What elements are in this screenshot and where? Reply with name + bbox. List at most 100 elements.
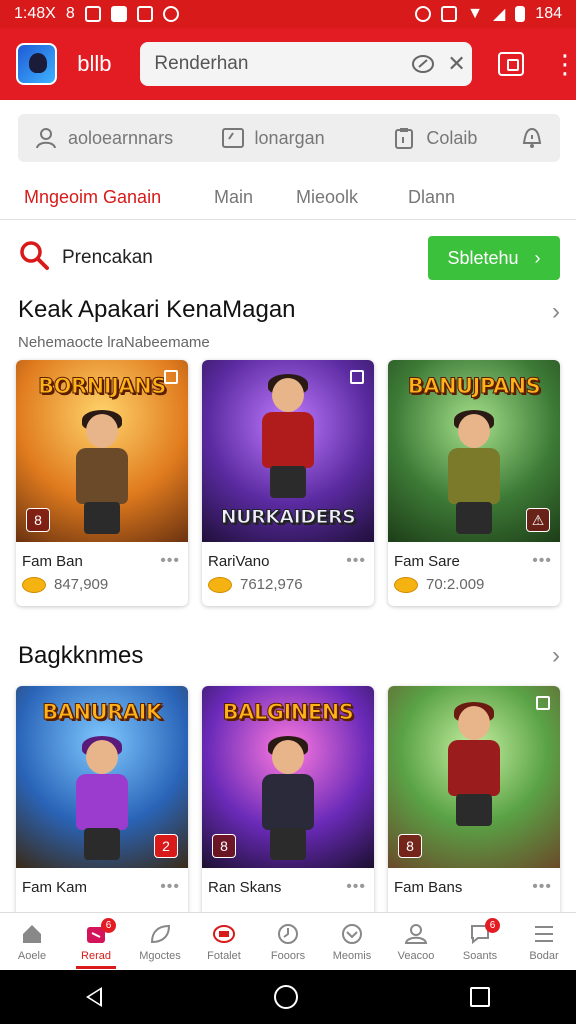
search-promo-row: Prencakan Sbletehu › xyxy=(18,236,560,280)
game-card[interactable]: BANUJPANS ⚠ Fam Sare ••• 70:2.009 xyxy=(388,360,560,606)
shield-notification-icon xyxy=(136,6,153,22)
nav-label: Aoele xyxy=(17,950,47,962)
notification-badge: 6 xyxy=(101,918,116,933)
coin-icon xyxy=(208,576,232,593)
nav-veacoo[interactable]: Veacoo xyxy=(384,913,448,971)
game-card[interactable]: BANURAIK 2 Fam Kam ••• xyxy=(16,686,188,932)
game-card[interactable]: BORNIJANS 8 Fam Ban ••• 847,909 xyxy=(16,360,188,606)
image-icon xyxy=(221,126,245,150)
game-name: Fam Kam xyxy=(22,878,88,896)
status-misc: 8 xyxy=(65,5,75,22)
rating-badge-icon: 8 xyxy=(26,508,50,532)
more-options-icon[interactable]: ••• xyxy=(346,552,366,570)
more-options-icon[interactable]: ••• xyxy=(160,552,180,570)
nav-label: Rerad xyxy=(81,950,111,962)
nav-label: Fooors xyxy=(270,950,306,962)
home-circle-icon[interactable] xyxy=(274,985,298,1009)
nav-rerad[interactable]: 6 Rerad xyxy=(64,913,128,971)
game-cover-image: BANURAIK 2 xyxy=(16,686,188,868)
app-logo[interactable] xyxy=(16,43,58,85)
section-title: Bagkknmes xyxy=(18,642,144,669)
game-cover-image: BORNIJANS 8 xyxy=(16,360,188,542)
nav-home[interactable]: Aoele xyxy=(0,913,64,971)
game-cover-image: 8 xyxy=(388,686,560,868)
rating-badge-icon: 8 xyxy=(212,834,236,858)
quick-item-label: lonargan xyxy=(254,127,325,148)
ball-icon xyxy=(340,922,364,946)
more-options-icon[interactable]: ••• xyxy=(346,878,366,896)
menu-icon xyxy=(532,922,556,946)
quick-actions-bar: aoloearnnars lonargan Colaib xyxy=(18,114,560,162)
game-cover-image: BANUJPANS ⚠ xyxy=(388,360,560,542)
play-count: 70:2.009 xyxy=(426,576,485,593)
rating-badge-icon: 2 xyxy=(154,834,178,858)
game-name: Fam Sare xyxy=(394,552,460,570)
game-cover-title: NURKAIDERS xyxy=(220,506,356,529)
wifi-icon: ▼ xyxy=(467,5,483,22)
coin-icon xyxy=(394,576,418,593)
nav-fooors[interactable]: Fooors xyxy=(256,913,320,971)
back-icon[interactable] xyxy=(86,987,102,1007)
more-options-icon[interactable]: ••• xyxy=(532,552,552,570)
select-checkbox-icon[interactable] xyxy=(350,370,364,384)
rating-badge-icon: 8 xyxy=(398,834,422,858)
battery-level: 184 xyxy=(535,5,562,22)
recent-apps-icon[interactable] xyxy=(470,987,490,1007)
app-notification-icon xyxy=(162,6,179,22)
game-name: RariVano xyxy=(208,552,270,570)
more-options-icon[interactable]: ••• xyxy=(532,878,552,896)
status-time: 1:48X xyxy=(14,5,56,22)
tabs-switcher-icon[interactable] xyxy=(498,52,524,76)
clear-search-icon[interactable]: ✕ xyxy=(447,51,465,77)
promo-cta-button[interactable]: Sbletehu › xyxy=(428,236,560,280)
chevron-right-icon[interactable]: › xyxy=(552,298,560,326)
overflow-menu-icon[interactable]: ⋮ xyxy=(552,51,576,77)
nav-meomis[interactable]: Meomis xyxy=(320,913,384,971)
nav-bodar[interactable]: Bodar xyxy=(512,913,576,971)
select-checkbox-icon[interactable] xyxy=(164,370,178,384)
quick-item-clipboard[interactable]: Colaib xyxy=(392,126,520,150)
game-card[interactable]: BALGINENS 8 Ran Skans ••• xyxy=(202,686,374,932)
game-card[interactable]: 8 Fam Bans ••• xyxy=(388,686,560,932)
quick-item-account[interactable]: aoloearnnars xyxy=(34,126,221,150)
battery-icon xyxy=(515,6,526,22)
nav-label: Meomis xyxy=(332,950,372,962)
tab-mieoolk[interactable]: Mieoolk xyxy=(296,176,408,220)
game-name: Ran Skans xyxy=(208,878,282,896)
nav-mgoctes[interactable]: Mgoctes xyxy=(128,913,192,971)
chevron-right-icon: › xyxy=(534,247,541,268)
search-input[interactable] xyxy=(154,53,400,75)
coin-icon xyxy=(22,576,46,593)
game-name: Fam Ban xyxy=(22,552,83,570)
section-subtitle: Nehemaocte lraNabeemame xyxy=(18,334,210,351)
alert-icon xyxy=(520,126,544,150)
quick-item-label: Colaib xyxy=(426,127,478,148)
more-options-icon[interactable]: ••• xyxy=(160,878,180,896)
nav-soants[interactable]: 6 Soants xyxy=(448,913,512,971)
game-cover-title: BORNIJANS xyxy=(38,374,167,399)
game-card[interactable]: NURKAIDERS RariVano ••• 7612,976 xyxy=(202,360,374,606)
tab-featured[interactable]: Mngeoim Ganain xyxy=(24,176,214,220)
nav-label: Soants xyxy=(462,950,498,962)
quick-item-alerts[interactable] xyxy=(520,126,544,150)
gallery-notification-icon xyxy=(84,6,101,22)
game-cover-title: BANUJPANS xyxy=(407,374,541,399)
quick-item-gallery[interactable]: lonargan xyxy=(221,126,393,150)
find-label: Prencakan xyxy=(62,247,153,268)
game-cover-image: NURKAIDERS xyxy=(202,360,374,542)
search-icon xyxy=(18,239,50,277)
play-count: 7612,976 xyxy=(240,576,303,593)
cta-label: Sbletehu xyxy=(447,247,519,268)
voice-search-icon[interactable] xyxy=(411,51,435,77)
signal-icon: ◢ xyxy=(492,6,506,23)
select-checkbox-icon[interactable] xyxy=(536,696,550,710)
tab-dlann[interactable]: Dlann xyxy=(408,176,488,220)
tab-main[interactable]: Main xyxy=(214,176,296,220)
search-box: ✕ xyxy=(140,42,473,86)
nav-label: Mgoctes xyxy=(139,950,181,962)
system-navigation-bar xyxy=(0,970,576,1024)
game-name: Fam Bans xyxy=(394,878,463,896)
nav-fotalet[interactable]: Fotalet xyxy=(192,913,256,971)
chevron-right-icon[interactable]: › xyxy=(552,642,560,670)
nav-label: Bodar xyxy=(529,950,559,962)
